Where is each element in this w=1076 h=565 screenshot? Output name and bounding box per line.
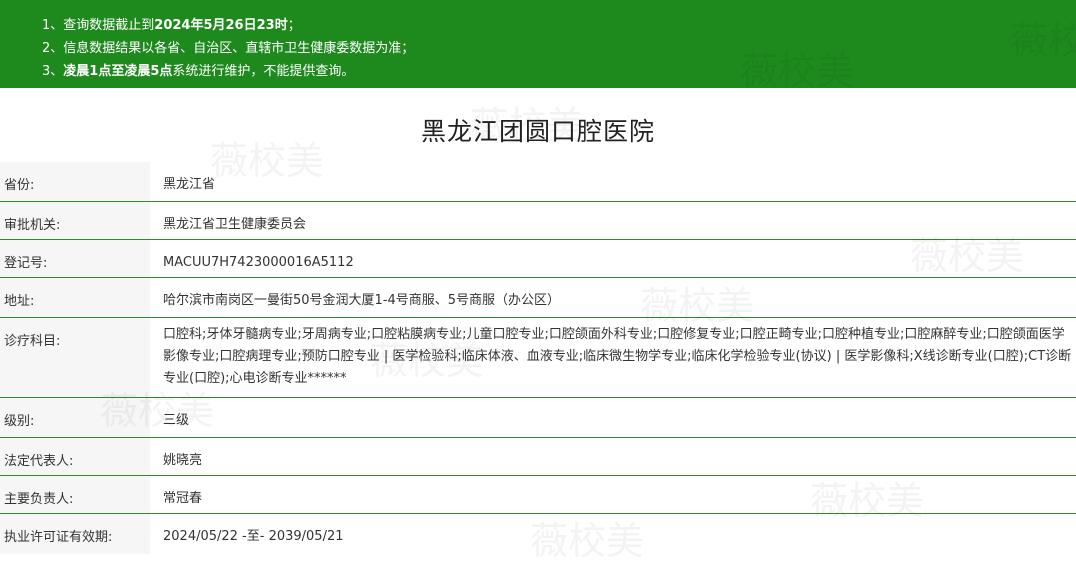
row-address: 地址: 哈尔滨市南岗区一曼街50号金润大厦1-4号商服、5号商服（办公区）	[0, 278, 1076, 318]
label-level: 级别:	[4, 414, 35, 429]
row-validity: 执业许可证有效期: 2024/05/22 -至- 2039/05/21	[0, 514, 1076, 554]
label-legal-rep: 法定代表人:	[4, 454, 74, 469]
label-departments: 诊疗科目:	[4, 334, 61, 349]
row-departments: 诊疗科目: 口腔科;牙体牙髓病专业;牙周病专业;口腔粘膜病专业;儿童口腔专业;口…	[0, 318, 1076, 398]
label-address: 地址:	[4, 294, 35, 309]
value-legal-rep: 姚晓亮	[163, 453, 203, 468]
row-level: 级别: 三级	[0, 398, 1076, 438]
hospital-title: 黑龙江团圆口腔医院	[420, 117, 655, 146]
value-level: 三级	[163, 413, 190, 428]
label-validity: 执业许可证有效期:	[4, 530, 113, 545]
value-principal: 常冠春	[163, 491, 203, 506]
row-province: 省份: 黑龙江省	[0, 162, 1076, 202]
row-reg-no: 登记号: MACUU7H7423000016A5112	[0, 240, 1076, 278]
label-principal: 主要负责人:	[4, 492, 74, 507]
notice-line-2: 2、信息数据结果以各省、自治区、直辖市卫生健康委数据为准；	[42, 41, 415, 56]
label-authority: 审批机关:	[4, 218, 61, 233]
label-province: 省份:	[4, 178, 35, 193]
value-departments: 口腔科;牙体牙髓病专业;牙周病专业;口腔粘膜病专业;儿童口腔专业;口腔颌面外科专…	[163, 327, 1072, 386]
hospital-info-table: 省份: 黑龙江省 审批机关: 黑龙江省卫生健康委员会 登记号: MACUU7H7…	[0, 162, 1076, 554]
value-reg-no: MACUU7H7423000016A5112	[163, 255, 354, 270]
value-province: 黑龙江省	[163, 177, 216, 192]
row-legal-rep: 法定代表人: 姚晓亮	[0, 438, 1076, 476]
notice-banner: 1、查询数据截止到2024年5月26日23时； 2、信息数据结果以各省、自治区、…	[0, 0, 1076, 88]
notice-line-3: 3、凌晨1点至凌晨5点系统进行维护，不能提供查询。	[42, 64, 355, 79]
row-authority: 审批机关: 黑龙江省卫生健康委员会	[0, 202, 1076, 240]
value-address: 哈尔滨市南岗区一曼街50号金润大厦1-4号商服、5号商服（办公区）	[163, 293, 561, 308]
notice-line-1: 1、查询数据截止到2024年5月26日23时；	[42, 18, 301, 33]
label-reg-no: 登记号:	[4, 256, 48, 271]
value-validity: 2024/05/22 -至- 2039/05/21	[163, 529, 344, 544]
row-principal: 主要负责人: 常冠春	[0, 476, 1076, 514]
value-authority: 黑龙江省卫生健康委员会	[163, 217, 307, 232]
